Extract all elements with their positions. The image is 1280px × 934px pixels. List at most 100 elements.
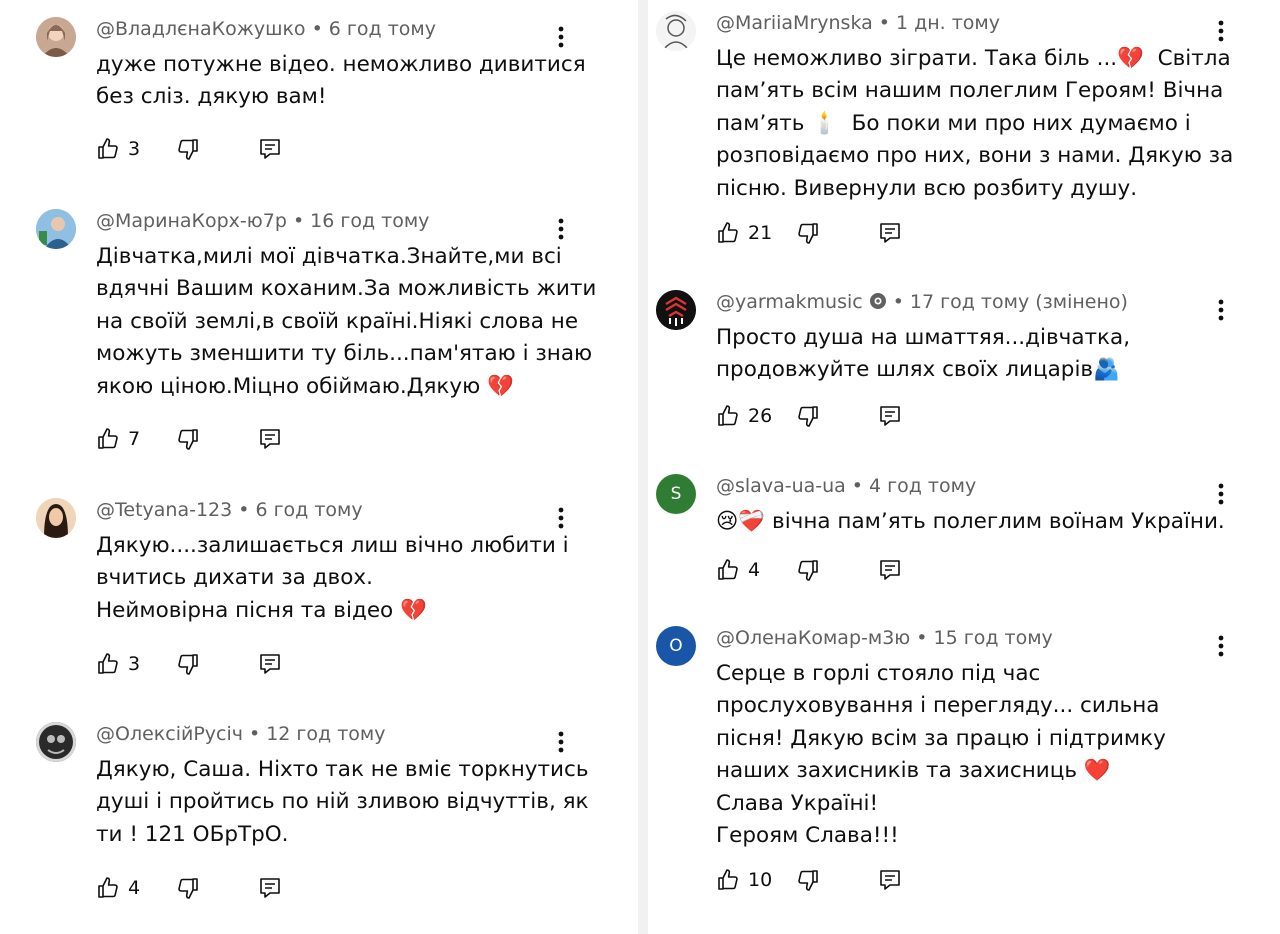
comment-actions: 7 xyxy=(96,425,282,453)
comment-actions: 3 xyxy=(96,650,282,678)
reply-button[interactable] xyxy=(258,427,282,451)
reply-icon xyxy=(880,406,900,426)
reply-button[interactable] xyxy=(878,558,902,582)
like-button[interactable]: 3 xyxy=(96,652,176,676)
more-icon[interactable] xyxy=(551,23,571,51)
like-button[interactable]: 26 xyxy=(716,404,796,428)
avatar[interactable] xyxy=(36,722,76,762)
comment-time[interactable]: 17 год тому (змінено) xyxy=(910,291,1128,313)
reply-button[interactable] xyxy=(258,876,282,900)
comment-time[interactable]: 12 год тому xyxy=(266,723,385,745)
comment-text: Дякую....залишається лиш вічно любити і … xyxy=(96,533,569,623)
dislike-button[interactable] xyxy=(796,221,820,245)
comment-author[interactable]: @ОленаКомар-м3ю xyxy=(716,627,910,649)
comment-header: @slava-ua-ua • 4 год тому xyxy=(716,475,977,497)
avatar[interactable] xyxy=(656,290,696,330)
like-button[interactable]: 3 xyxy=(96,137,176,161)
comment-time[interactable]: 4 год тому xyxy=(869,475,976,497)
reply-button[interactable] xyxy=(878,221,902,245)
comment: O @ОленаКомар-м3ю • 15 год тому Серце в го… xyxy=(656,626,1256,906)
comment: @Tetyana-123 • 6 год тому Дякую....залишає… xyxy=(36,498,636,688)
like-icon xyxy=(98,428,118,449)
like-count: 3 xyxy=(128,653,141,675)
avatar-letter: O xyxy=(669,636,683,656)
comment-author[interactable]: @ВладлєнаКожушко xyxy=(96,18,306,40)
comment-text: Просто душа на шматтяя...дівчатка, продо… xyxy=(716,325,1137,383)
like-button[interactable]: 4 xyxy=(716,558,796,582)
comment-author[interactable]: @МаринаКорх-ю7р xyxy=(96,210,287,232)
dislike-icon xyxy=(178,878,198,899)
reply-button[interactable] xyxy=(258,137,282,161)
more-icon[interactable] xyxy=(1211,480,1231,508)
comment-text: Дівчатка,милі мої дівчатка.Знайте,ми всі… xyxy=(96,244,604,399)
dislike-button[interactable] xyxy=(176,876,200,900)
avatar[interactable] xyxy=(36,209,76,249)
comment: @yarmakmusic • 17 год тому (змінено) Прост… xyxy=(656,290,1256,440)
more-icon[interactable] xyxy=(551,504,571,532)
comment-author[interactable]: @yarmakmusic xyxy=(716,291,863,313)
more-icon[interactable] xyxy=(551,728,571,756)
dislike-icon xyxy=(798,223,818,244)
comment-time[interactable]: 6 год тому xyxy=(255,499,362,521)
comment-author[interactable]: @ОлексійРусіч xyxy=(96,723,243,745)
comment-actions: 3 xyxy=(96,135,282,163)
more-icon[interactable] xyxy=(1211,632,1231,660)
dislike-button[interactable] xyxy=(796,404,820,428)
comment-header: @yarmakmusic • 17 год тому (змінено) xyxy=(716,290,1128,316)
dislike-icon xyxy=(178,139,198,160)
comment-text: 😢❤️‍🩹 вічна пам’ять полеглим воїнам Укра… xyxy=(716,509,1225,534)
like-icon xyxy=(98,138,118,159)
like-button[interactable]: 10 xyxy=(716,868,796,892)
dislike-button[interactable] xyxy=(176,652,200,676)
reply-button[interactable] xyxy=(878,404,902,428)
more-icon[interactable] xyxy=(1211,296,1231,324)
comment-header: @ВладлєнаКожушко • 6 год тому xyxy=(96,18,436,40)
verified-icon xyxy=(869,292,887,316)
dislike-button[interactable] xyxy=(796,558,820,582)
comment-actions: 4 xyxy=(716,556,902,584)
like-button[interactable]: 4 xyxy=(96,876,176,900)
dislike-button[interactable] xyxy=(796,868,820,892)
more-icon[interactable] xyxy=(551,215,571,243)
dislike-icon xyxy=(178,429,198,450)
avatar[interactable]: S xyxy=(656,474,696,514)
comment: @ОлексійРусіч • 12 год тому Дякую, Саша. Н… xyxy=(36,722,636,912)
column-divider xyxy=(638,0,648,934)
avatar[interactable] xyxy=(36,498,76,538)
comment: @MariiaMrynska • 1 дн. тому Це неможливо з… xyxy=(656,11,1256,261)
like-count: 4 xyxy=(748,559,761,581)
more-icon[interactable] xyxy=(1211,17,1231,45)
comment-author[interactable]: @MariiaMrynska xyxy=(716,12,873,34)
comment-header: @МаринаКорх-ю7р • 16 год тому xyxy=(96,210,430,232)
comment: @ВладлєнаКожушко • 6 год тому дуже потужне… xyxy=(36,17,636,177)
like-icon xyxy=(718,869,738,890)
like-button[interactable]: 7 xyxy=(96,427,176,451)
comment: @МаринаКорх-ю7р • 16 год тому Дівчатка,мил… xyxy=(36,209,636,459)
comment-author[interactable]: @Tetyana-123 xyxy=(96,499,232,521)
comment-time[interactable]: 6 год тому xyxy=(329,18,436,40)
reply-icon xyxy=(880,223,900,243)
reply-button[interactable] xyxy=(878,868,902,892)
dislike-button[interactable] xyxy=(176,137,200,161)
comment-author[interactable]: @slava-ua-ua xyxy=(716,475,846,497)
like-count: 10 xyxy=(748,869,773,891)
comment-time[interactable]: 16 год тому xyxy=(310,210,429,232)
avatar[interactable]: O xyxy=(656,626,696,666)
comment-time[interactable]: 15 год тому xyxy=(934,627,1053,649)
reply-icon xyxy=(260,654,280,674)
comment-time[interactable]: 1 дн. тому xyxy=(896,12,1000,34)
like-button[interactable]: 21 xyxy=(716,221,796,245)
comment-actions: 26 xyxy=(716,402,902,430)
like-count: 7 xyxy=(128,428,141,450)
reply-icon xyxy=(260,139,280,159)
avatar[interactable] xyxy=(36,17,76,57)
like-icon xyxy=(98,653,118,674)
reply-button[interactable] xyxy=(258,652,282,676)
avatar[interactable] xyxy=(656,11,696,51)
reply-icon xyxy=(260,878,280,898)
comment-text: дуже потужне відео. неможливо дивитися б… xyxy=(96,52,593,110)
like-icon xyxy=(98,877,118,898)
comment-actions: 4 xyxy=(96,874,282,902)
like-count: 26 xyxy=(748,405,773,427)
dislike-button[interactable] xyxy=(176,427,200,451)
